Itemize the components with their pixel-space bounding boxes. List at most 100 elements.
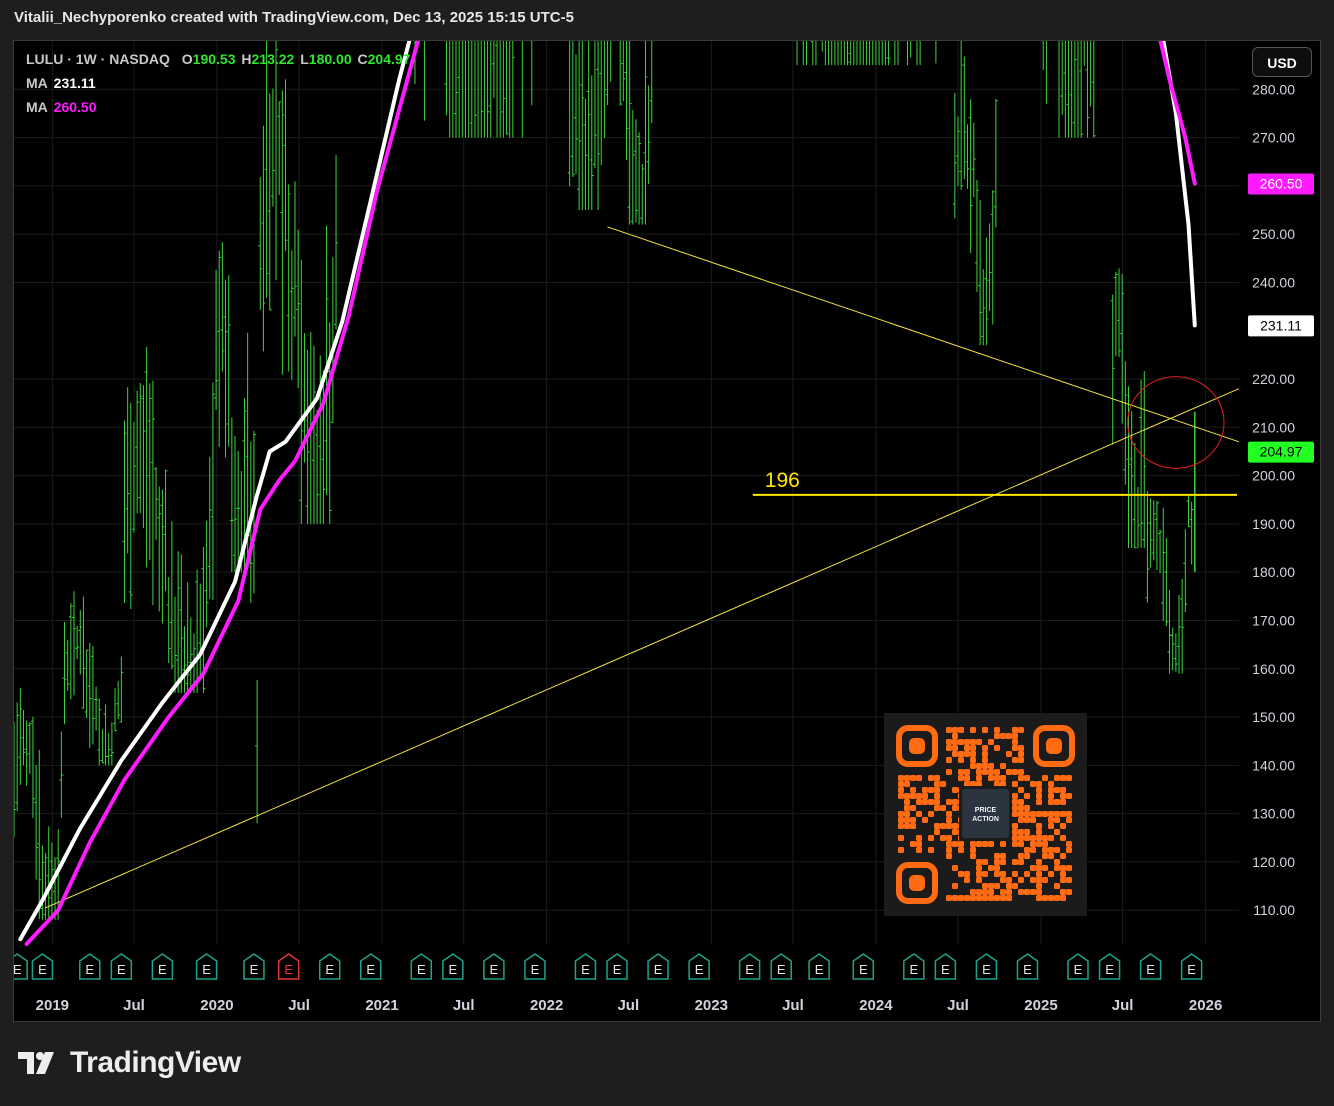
price-tag-label: 204.97 <box>1260 444 1303 460</box>
x-tick-label: 2019 <box>36 997 69 1014</box>
chart-area[interactable]: 196 E E E E E E E E E E E E E E E E E E E E E E E E E E E E E E 110.0… <box>13 40 1321 1022</box>
qr-module <box>952 865 958 871</box>
tradingview-logo-icon <box>18 1052 54 1074</box>
earnings-badge-label: E <box>777 962 786 977</box>
earnings-marker: E <box>243 953 265 980</box>
x-tick-label: Jul <box>1112 997 1134 1014</box>
earnings-marker: E <box>360 953 382 980</box>
qr-module <box>994 853 1000 859</box>
qr-module <box>1054 775 1060 781</box>
qr-module <box>952 727 958 733</box>
y-tick-label: 120.00 <box>1252 854 1295 870</box>
qr-module <box>1012 823 1018 829</box>
qr-module <box>982 751 988 757</box>
earnings-marker: E <box>1180 953 1203 980</box>
qr-module <box>1012 871 1018 877</box>
qr-module <box>940 805 946 811</box>
qr-module <box>1060 853 1066 859</box>
qr-module <box>1012 883 1018 889</box>
qr-module <box>1018 877 1024 883</box>
earnings-badge-label: E <box>1023 962 1032 977</box>
qr-module <box>1048 823 1054 829</box>
qr-module <box>1060 877 1066 883</box>
qr-module <box>1066 793 1072 799</box>
y-tick-label: 270.00 <box>1252 130 1295 146</box>
qr-module <box>958 769 964 775</box>
qr-module <box>988 769 994 775</box>
resistance-trendline <box>607 226 1240 443</box>
qr-module <box>898 793 904 799</box>
qr-module <box>994 895 1000 901</box>
qr-module <box>946 841 952 847</box>
qr-module <box>970 751 976 757</box>
qr-module <box>982 769 988 775</box>
symbol-label[interactable]: LULU · 1W · NASDAQ <box>26 51 170 67</box>
qr-module <box>1066 811 1072 817</box>
qr-module <box>934 781 940 787</box>
qr-module <box>994 745 1000 751</box>
qr-module <box>1054 865 1060 871</box>
price-chart[interactable]: 196 E E E E E E E E E E E E E E E E E E E E E E E E E E E E E E 110.0… <box>14 41 1321 1022</box>
qr-module <box>910 817 916 823</box>
qr-module <box>952 823 958 829</box>
qr-module <box>1012 859 1018 865</box>
tradingview-logo[interactable]: TradingView <box>18 1046 241 1080</box>
y-tick-label: 160.00 <box>1252 661 1295 677</box>
qr-module <box>1048 781 1054 787</box>
qr-module <box>1012 769 1018 775</box>
qr-module <box>1030 781 1036 787</box>
qr-module <box>970 847 976 853</box>
qr-module <box>982 895 988 901</box>
ma-slow-line <box>24 41 421 946</box>
qr-module <box>916 775 922 781</box>
qr-module <box>952 739 958 745</box>
qr-module <box>1060 823 1066 829</box>
qr-module <box>946 745 952 751</box>
qr-module <box>970 853 976 859</box>
highlight-circle <box>1127 376 1225 469</box>
qr-module <box>946 769 952 775</box>
qr-module <box>1024 775 1030 781</box>
qr-module <box>1000 889 1006 895</box>
qr-module <box>916 793 922 799</box>
qr-logo-text-1: PRICE <box>975 807 997 814</box>
y-tick-label: 110.00 <box>1253 902 1295 918</box>
qr-module <box>928 787 934 793</box>
qr-module <box>994 775 1000 781</box>
qr-module <box>946 895 952 901</box>
qr-module <box>958 757 964 763</box>
qr-module <box>1060 865 1066 871</box>
qr-module <box>1036 823 1042 829</box>
qr-module <box>1018 853 1024 859</box>
x-tick-label: 2023 <box>695 997 728 1014</box>
qr-module <box>898 823 904 829</box>
qr-module <box>1054 817 1060 823</box>
qr-finder <box>896 862 938 904</box>
ma-fast-legend[interactable]: MA 231.11 <box>26 75 98 91</box>
qr-module <box>970 763 976 769</box>
qr-module <box>898 775 904 781</box>
earnings-marker: E <box>934 953 957 980</box>
qr-module <box>1054 847 1060 853</box>
earnings-badge-label: E <box>859 962 868 977</box>
price-tag: 260.50 <box>1248 173 1314 195</box>
qr-module <box>976 871 982 877</box>
qr-module <box>1042 775 1048 781</box>
earnings-marker: E <box>110 953 133 980</box>
qr-module <box>1036 811 1042 817</box>
ma-slow-legend[interactable]: MA 260.50 <box>26 99 99 115</box>
qr-module <box>964 769 970 775</box>
qr-module <box>1012 799 1018 805</box>
qr-module <box>1012 739 1018 745</box>
qr-module <box>976 895 982 901</box>
qr-module <box>1000 841 1006 847</box>
qr-module <box>934 775 940 781</box>
qr-module <box>910 805 916 811</box>
qr-module <box>976 889 982 895</box>
qr-module <box>982 763 988 769</box>
qr-module <box>988 895 994 901</box>
qr-module <box>958 895 964 901</box>
earnings-badge-label: E <box>202 962 211 977</box>
currency-button[interactable]: USD <box>1252 47 1312 77</box>
ma-fast-label: MA <box>26 75 48 91</box>
